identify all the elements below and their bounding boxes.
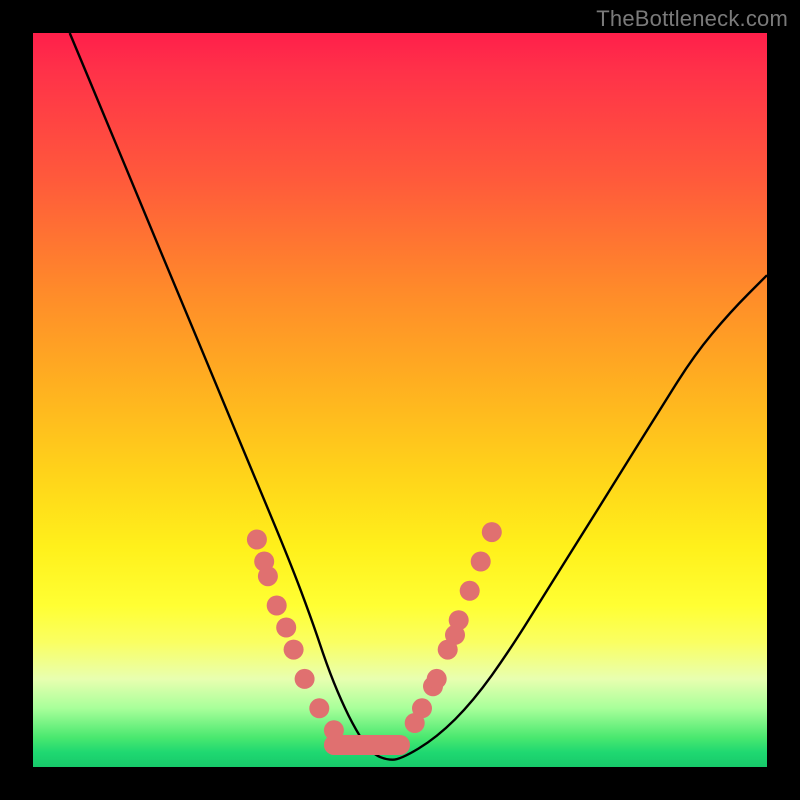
data-marker-right bbox=[482, 522, 502, 542]
data-marker-right bbox=[427, 669, 447, 689]
data-marker-right bbox=[449, 610, 469, 630]
data-marker-left bbox=[276, 618, 296, 638]
data-marker-right bbox=[412, 698, 432, 718]
data-marker-left bbox=[324, 720, 344, 740]
data-marker-left bbox=[258, 566, 278, 586]
data-marker-left bbox=[247, 530, 267, 550]
watermark-text: TheBottleneck.com bbox=[596, 6, 788, 32]
data-marker-left bbox=[309, 698, 329, 718]
bottleneck-curve bbox=[70, 33, 767, 760]
data-marker-left bbox=[267, 596, 287, 616]
data-marker-left bbox=[284, 640, 304, 660]
data-marker-right bbox=[471, 552, 491, 572]
chart-frame: TheBottleneck.com bbox=[0, 0, 800, 800]
plot-area bbox=[33, 33, 767, 767]
curve-svg bbox=[33, 33, 767, 767]
data-marker-right bbox=[460, 581, 480, 601]
data-marker-left bbox=[295, 669, 315, 689]
